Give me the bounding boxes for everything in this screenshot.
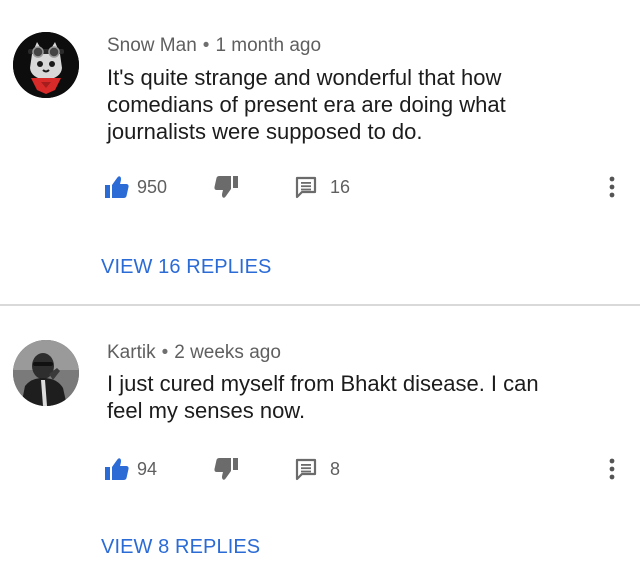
author-name[interactable]: Kartik xyxy=(107,342,156,363)
comment-icon xyxy=(295,458,317,481)
timestamp[interactable]: 2 weeks ago xyxy=(174,342,281,363)
person-avatar-icon xyxy=(13,340,79,406)
more-options-button[interactable] xyxy=(600,172,624,202)
meta-separator: • xyxy=(202,35,210,56)
reply-count: 16 xyxy=(330,176,351,197)
reply-button[interactable]: 16 xyxy=(294,172,350,202)
avatar[interactable] xyxy=(13,340,79,406)
comment-text: It's quite strange and wonderful that ho… xyxy=(107,65,506,144)
more-vert-icon xyxy=(609,176,615,198)
dislike-button[interactable] xyxy=(213,172,239,202)
comment-text: I just cured myself from Bhakt disease. … xyxy=(107,371,539,423)
timestamp[interactable]: 1 month ago xyxy=(215,35,321,56)
meta-separator: • xyxy=(161,342,169,363)
like-count: 950 xyxy=(137,176,168,197)
reply-button[interactable]: 8 xyxy=(294,454,340,484)
like-count: 94 xyxy=(137,458,158,479)
view-replies-link[interactable]: VIEW 8 REPLIES xyxy=(101,536,260,559)
cat-avatar-icon xyxy=(13,32,79,98)
like-button[interactable]: 94 xyxy=(104,454,157,484)
comment-meta: Snow Man • 1 month ago xyxy=(107,35,321,57)
comment-icon xyxy=(295,176,317,199)
comment-actions: 950 16 xyxy=(104,172,624,202)
view-replies-link[interactable]: VIEW 16 REPLIES xyxy=(101,256,271,279)
thumbs-up-icon xyxy=(105,176,129,198)
thumbs-down-icon xyxy=(214,458,238,480)
reply-count: 8 xyxy=(330,458,341,479)
thumbs-up-icon xyxy=(105,458,129,480)
dislike-button[interactable] xyxy=(213,454,239,484)
more-options-button[interactable] xyxy=(600,454,624,484)
avatar[interactable] xyxy=(13,32,79,98)
comment-item: Kartik • 2 weeks ago I just cured myself f… xyxy=(0,306,640,583)
comment-item: Snow Man • 1 month ago It's quite strange … xyxy=(0,0,640,305)
like-button[interactable]: 950 xyxy=(104,172,167,202)
more-vert-icon xyxy=(609,458,615,480)
comment-meta: Kartik • 2 weeks ago xyxy=(107,342,281,364)
author-name[interactable]: Snow Man xyxy=(107,35,197,56)
comment-actions: 94 8 xyxy=(104,454,624,484)
thumbs-down-icon xyxy=(214,176,238,198)
